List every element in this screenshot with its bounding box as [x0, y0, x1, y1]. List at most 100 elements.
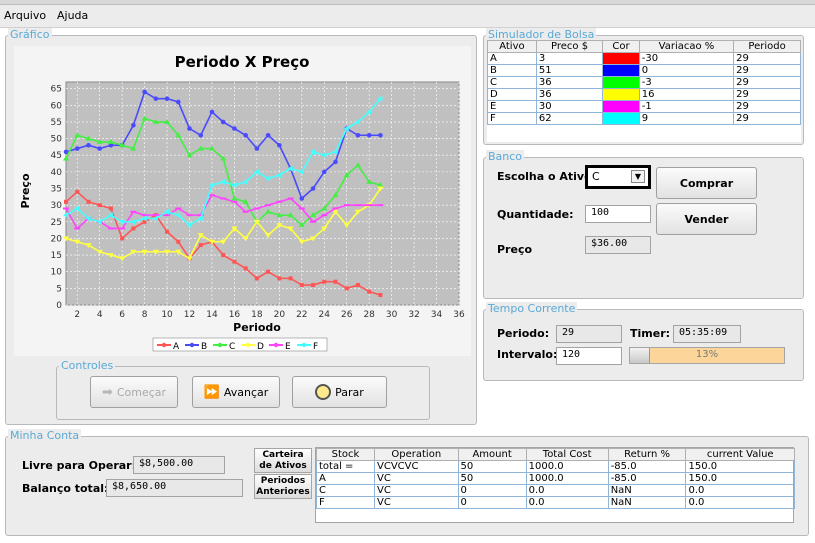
acc-col-header[interactable]: Return %: [607, 448, 687, 461]
advance-button[interactable]: ⏩ Avançar: [192, 376, 280, 408]
tempo-panel-title: Tempo Corrente: [486, 302, 578, 315]
series-point-B: [220, 119, 226, 125]
sim-col-header[interactable]: Preco $: [535, 40, 604, 53]
legend-label-B: B: [201, 342, 207, 352]
quantity-value: 100: [591, 207, 610, 218]
series-point-B: [355, 132, 361, 138]
series-point-B: [243, 132, 248, 138]
sim-cell-variacao: 9: [638, 112, 735, 125]
periodo-label: Periodo:: [497, 327, 550, 340]
price-chart: Periodo X Preço Preço Periodo 0510152025…: [19, 53, 465, 352]
series-point-A: [198, 243, 203, 248]
y-tick-label: 5: [56, 284, 62, 294]
series-point-E: [152, 214, 159, 217]
acc-col-header[interactable]: Total Cost: [525, 448, 609, 461]
sim-cell-periodo: 29: [733, 76, 801, 89]
series-point-E: [164, 214, 171, 217]
tab-carteira-label: Carteira de Ativos: [259, 450, 307, 471]
acc-table-row[interactable]: F VC 0 0.0 NaN 0.0: [315, 496, 795, 509]
sim-cell-periodo: 29: [733, 52, 801, 65]
menu-arquivo[interactable]: Arquivo: [4, 9, 46, 22]
series-point-A: [254, 276, 259, 281]
series-point-B: [378, 132, 383, 138]
series-point-A: [378, 293, 383, 298]
sim-col-header[interactable]: Cor: [602, 40, 640, 53]
sim-table-row[interactable]: D 36 16 29: [487, 88, 801, 101]
acc-col-header[interactable]: Stock: [315, 448, 376, 461]
sim-table-row[interactable]: C 36 -3 29: [487, 76, 801, 89]
series-point-A: [75, 189, 80, 194]
legend-marker-D: [245, 342, 251, 348]
acc-col-header[interactable]: current Value: [685, 448, 795, 461]
sim-cell-preco: 30: [535, 100, 604, 113]
acc-table-row[interactable]: A VC 50 1000.0 -85.0 150.0: [315, 472, 795, 485]
sim-color-swatch: [602, 52, 640, 65]
x-tick-label: 24: [319, 310, 331, 320]
intervalo-input[interactable]: 120: [556, 347, 622, 365]
menu-ajuda[interactable]: Ajuda: [57, 9, 88, 22]
tab-periodos[interactable]: Periodos Anteriores: [254, 474, 312, 499]
series-point-A: [367, 289, 372, 294]
series-point-B: [209, 109, 215, 115]
series-point-A: [355, 283, 360, 288]
timer-field: 05:35:09: [673, 325, 741, 343]
sim-col-header[interactable]: Variacao %: [638, 40, 735, 53]
series-point-B: [277, 142, 282, 148]
livre-value: $8,500.00: [139, 458, 194, 469]
carteira-table-wrap: Stock Operation Amount Total Cost Return % cu…: [315, 447, 795, 523]
acc-cell: 0.0: [685, 484, 795, 497]
sim-table-row[interactable]: B 51 0 29: [487, 64, 801, 77]
menu-bar: Arquivo Ajuda: [0, 5, 815, 28]
acc-cell: 0.0: [525, 496, 609, 509]
quantity-input[interactable]: 100: [585, 205, 651, 223]
x-tick-label: 14: [206, 310, 218, 320]
x-tick-label: 2: [74, 310, 80, 320]
sell-button[interactable]: Vender: [656, 203, 757, 235]
y-tick-label: 65: [51, 85, 62, 95]
acc-cell: VC: [374, 472, 459, 485]
series-point-B: [333, 159, 338, 165]
legend-label-C: C: [229, 342, 235, 352]
series-point-B: [232, 126, 237, 131]
acc-cell: 50: [457, 460, 527, 473]
conta-panel-title: Minha Conta: [8, 429, 82, 442]
stop-button-label: Parar: [335, 385, 364, 399]
chart-title: Periodo X Preço: [175, 53, 310, 71]
series-point-A: [243, 266, 248, 271]
stop-button[interactable]: Parar: [292, 376, 387, 408]
series-point-E: [141, 214, 148, 217]
grafico-panel: Gráfico Periodo X Preço Preço Periodo 0 5…: [5, 28, 477, 425]
conta-panel: Minha Conta Livre para Operar: $8,500.00…: [5, 429, 809, 536]
acc-col-header[interactable]: Operation: [374, 448, 459, 461]
sim-cell-ativo: A: [487, 52, 537, 65]
acc-col-header[interactable]: Amount: [457, 448, 527, 461]
sim-table-row[interactable]: F 62 9 29: [487, 112, 801, 125]
series-point-A: [299, 283, 304, 288]
acc-cell: 1000.0: [525, 472, 609, 485]
balanco-field: $8,650.00: [106, 479, 243, 497]
controles-panel-title: Controles: [59, 359, 116, 372]
acc-table-row[interactable]: total = VCVCVC 50 1000.0 -85.0 150.0: [315, 460, 795, 473]
sim-table-row[interactable]: A 3 -30 29: [487, 52, 801, 65]
start-button[interactable]: ➡ Começar: [90, 376, 178, 408]
asset-select[interactable]: C ▼: [585, 165, 651, 189]
sim-col-header[interactable]: Ativo: [487, 40, 537, 53]
series-point-B: [321, 169, 327, 175]
chart-xlabel: Periodo: [233, 321, 281, 334]
series-point-A: [86, 199, 91, 204]
series-point-E: [231, 200, 238, 203]
tab-carteira[interactable]: Carteira de Ativos: [254, 448, 312, 473]
acc-cell: F: [315, 496, 376, 509]
x-tick-label: 34: [431, 310, 443, 320]
series-point-B: [74, 146, 80, 151]
series-point-E: [265, 204, 272, 207]
buy-button[interactable]: Comprar: [656, 167, 757, 199]
simulador-table-wrap: Ativo Preco $ Cor Variacao % Periodo A 3 -30 29…: [487, 40, 801, 142]
series-point-E: [175, 207, 182, 210]
balanco-label: Balanço total:: [22, 482, 109, 495]
y-tick-label: 60: [51, 101, 63, 111]
sim-col-header[interactable]: Periodo: [733, 40, 801, 53]
sim-cell-periodo: 29: [733, 100, 801, 113]
sim-table-row[interactable]: E 30 -1 29: [487, 100, 801, 113]
acc-table-row[interactable]: C VC 0 0.0 NaN 0.0: [315, 484, 795, 497]
